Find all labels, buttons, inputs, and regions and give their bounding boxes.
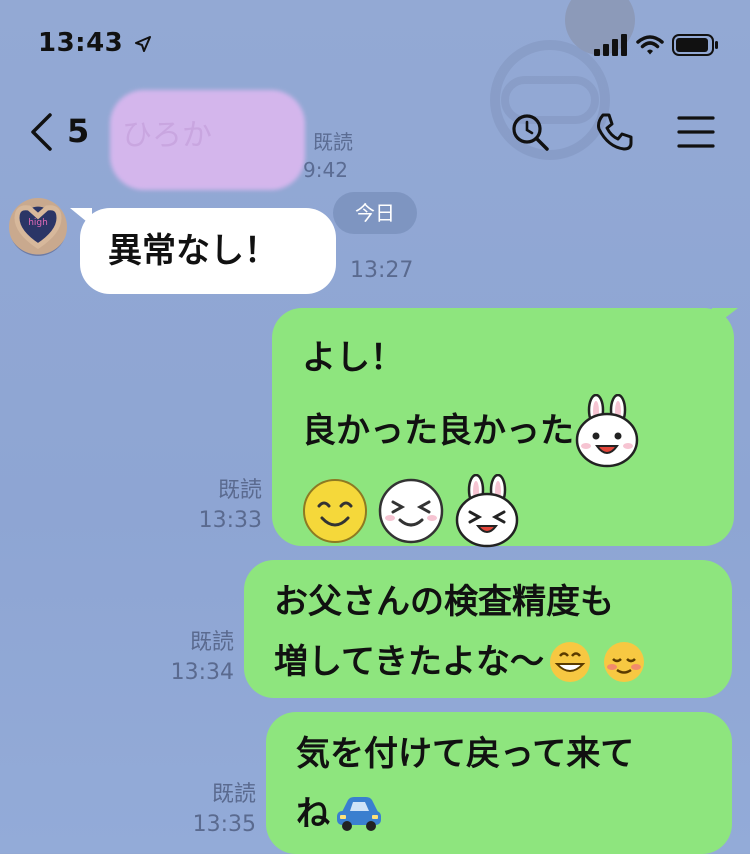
read-label: 既読: [189, 630, 234, 655]
message-meta: 既読 13:33: [150, 476, 262, 536]
menu-icon[interactable]: [676, 112, 716, 152]
back-chevron-icon[interactable]: [28, 112, 54, 152]
avatar[interactable]: high: [9, 198, 67, 256]
signal-icon: [594, 34, 627, 56]
unread-count[interactable]: 5: [67, 112, 89, 150]
battery-icon: [672, 34, 718, 56]
bunny-icon: [455, 474, 519, 548]
read-label: 既読: [217, 478, 262, 503]
message-line: 良かった良かった: [302, 411, 574, 451]
message-time: 13:33: [198, 508, 262, 533]
status-icons: [594, 32, 720, 58]
car-icon: [337, 797, 381, 831]
message-bubble[interactable]: よし！ 良かった良かった: [272, 308, 734, 548]
message-meta: 既読 13:35: [144, 780, 256, 840]
svg-text:high: high: [28, 218, 48, 228]
message-text: 異常なし！: [108, 231, 278, 271]
read-label: 既読: [211, 782, 256, 807]
smile-icon: [303, 479, 367, 543]
laugh-face-icon: [378, 478, 444, 544]
message-bubble[interactable]: 気を付けて戻って来て ね: [266, 712, 732, 854]
bunny-icon: [575, 394, 639, 468]
wifi-icon: [636, 35, 664, 55]
grin-icon: [549, 642, 590, 682]
header-read-time: 9:42: [303, 158, 348, 182]
message-time: 13:35: [192, 812, 256, 837]
status-time: 13:43: [38, 28, 151, 58]
message-meta: 既読 13:34: [122, 628, 234, 688]
phone-icon[interactable]: [594, 112, 634, 152]
header-read-label: 既読: [313, 130, 353, 154]
message-line: ね: [296, 794, 330, 834]
message-line: お父さんの検査精度も: [274, 582, 614, 622]
message-line: 気を付けて戻って来て: [296, 734, 635, 774]
blush-icon: [603, 642, 644, 682]
search-icon[interactable]: [510, 112, 550, 152]
message-time: 13:34: [170, 660, 234, 685]
message-time: 13:27: [350, 258, 414, 283]
message-bubble[interactable]: 異常なし！: [80, 208, 336, 294]
message-bubble[interactable]: お父さんの検査精度も 増してきたよな〜: [244, 560, 732, 698]
message-line: 増してきたよな〜: [274, 642, 544, 682]
location-arrow-icon: [134, 35, 151, 52]
date-divider: 今日: [333, 192, 417, 234]
contact-name[interactable]: ひろか: [122, 110, 212, 154]
message-line: よし！: [302, 338, 404, 378]
